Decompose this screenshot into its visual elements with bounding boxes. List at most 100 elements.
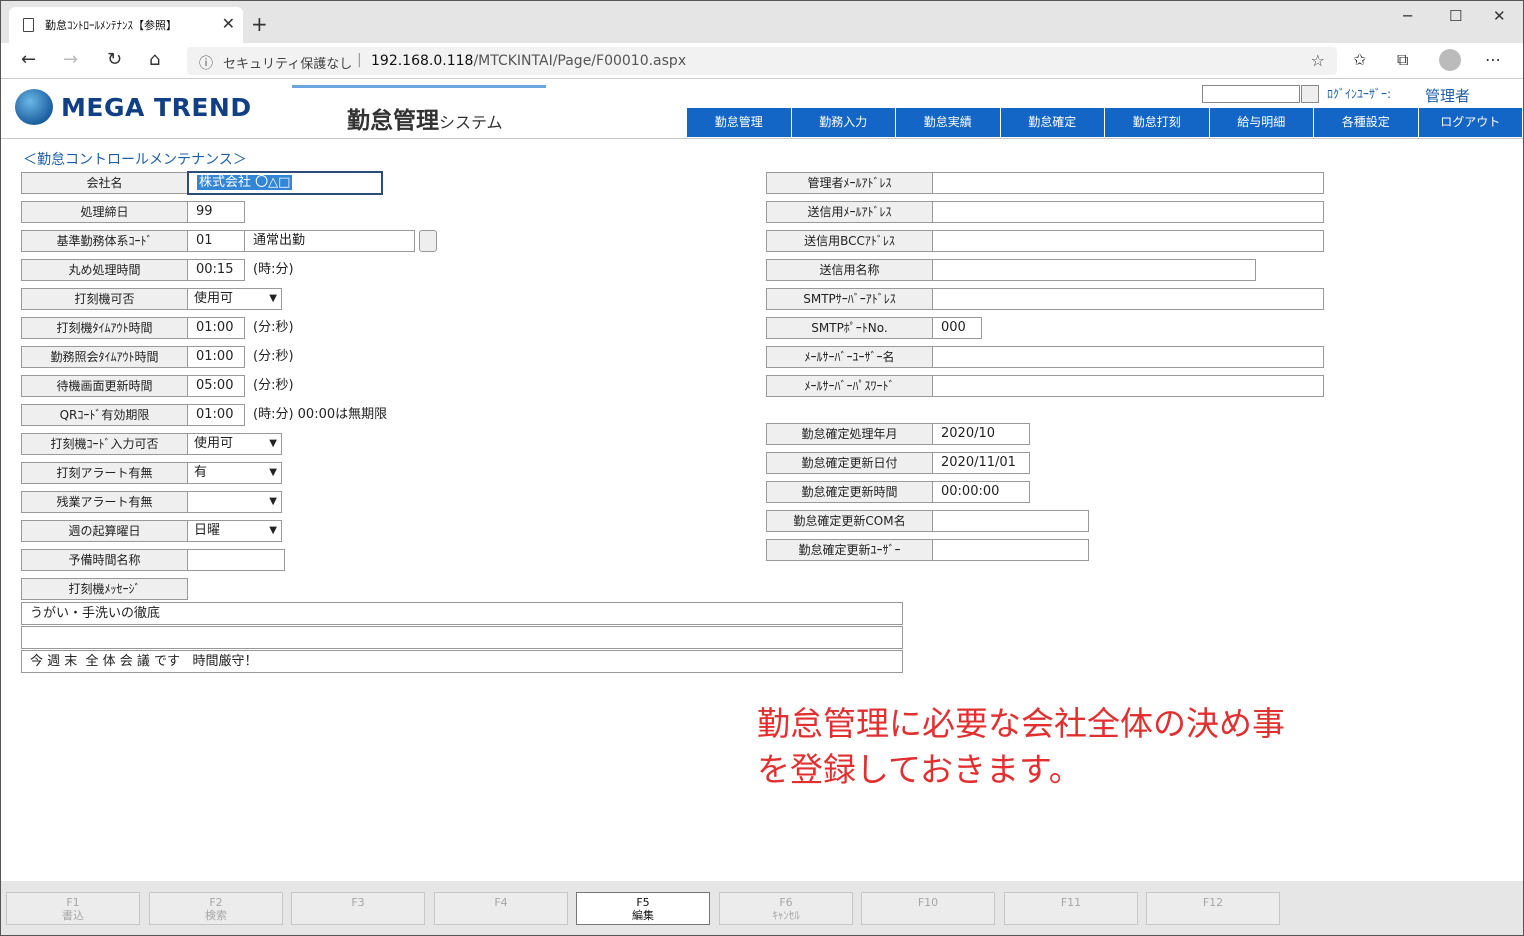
closing-day-label: 処理締日 xyxy=(21,201,188,223)
info-icon[interactable]: ⓘ xyxy=(199,53,213,73)
f4-button[interactable]: F4 xyxy=(434,892,568,925)
smtp-port-field[interactable]: 000 xyxy=(932,317,982,339)
week-start-label: 週の起算曜日 xyxy=(21,520,188,542)
url-field[interactable]: ⓘ セキュリティ保護なし | 192.168.0.118/MTCKINTAI/P… xyxy=(187,47,1337,75)
chevron-down-icon: ▼ xyxy=(269,496,277,507)
page-title: ＜勤怠コントロールメンテナンス＞ xyxy=(23,152,247,168)
send-name-field[interactable] xyxy=(932,259,1256,281)
company-field[interactable]: 株式会社 〇△□ xyxy=(187,171,383,195)
send-bcc-field[interactable] xyxy=(932,230,1324,252)
header-divider xyxy=(1,138,1523,139)
menu-item-kyuyo-meisai[interactable]: 給与明細 xyxy=(1209,108,1314,137)
collections-icon[interactable]: ⧉ xyxy=(1397,50,1408,70)
company-label: 会社名 xyxy=(21,172,188,194)
inquiry-timeout-unit: (分:秒) xyxy=(253,349,294,364)
tab-title: 勤怠ｺﾝﾄﾛｰﾙﾒﾝﾃﾅﾝｽ【参照】 xyxy=(45,19,177,32)
menu-item-kinmu-nyuryoku[interactable]: 勤務入力 xyxy=(791,108,896,137)
admin-mail-label: 管理者ﾒｰﾙｱﾄﾞﾚｽ xyxy=(766,172,933,194)
menu-item-kintai-dakoku[interactable]: 勤怠打刻 xyxy=(1105,108,1210,137)
forward-icon[interactable]: → xyxy=(63,49,78,70)
standby-refresh-field[interactable]: 05:00 xyxy=(187,375,245,397)
clock-message-label: 打刻機ﾒｯｾｰｼﾞ xyxy=(21,578,188,600)
menu-item-kintai-jisseki[interactable]: 勤怠実績 xyxy=(896,108,1001,137)
menu-item-logout[interactable]: ログアウト xyxy=(1418,108,1522,137)
confirm-month-field: 2020/10 xyxy=(932,423,1030,445)
system-title: 勤怠管理システム xyxy=(347,108,503,134)
f5-edit-button[interactable]: F5 編集 xyxy=(576,892,710,925)
function-key-bar: F1 書込 F2 検索 F3 F4 F5 編集 F6 ｷｬﾝｾﾙ F10 F11 F12 xyxy=(1,881,1523,935)
header-search-input[interactable] xyxy=(1202,85,1300,103)
main-menu: 勤怠管理 勤務入力 勤怠実績 勤怠確定 勤怠打刻 給与明細 各種設定 ログアウト xyxy=(687,108,1522,137)
mail-password-field[interactable] xyxy=(932,375,1324,397)
minimize-icon[interactable]: ─ xyxy=(1403,7,1412,25)
f6-cancel-button[interactable]: F6 ｷｬﾝｾﾙ xyxy=(719,892,853,925)
confirm-user-label: 勤怠確定更新ﾕｰｻﾞｰ xyxy=(766,539,933,561)
mail-password-label: ﾒｰﾙｻｰﾊﾞｰﾊﾟｽﾜｰﾄﾞ xyxy=(766,375,933,397)
overtime-alert-label: 残業アラート有無 xyxy=(21,491,188,513)
spare-time-field[interactable] xyxy=(187,549,285,571)
new-tab-icon[interactable]: + xyxy=(251,12,268,36)
browser-window: 勤怠ｺﾝﾄﾛｰﾙﾒﾝﾃﾅﾝｽ【参照】 ✕ + ─ ☐ ✕ ← → ↻ ⌂ ⓘ セ… xyxy=(0,0,1524,936)
confirm-user-field xyxy=(932,539,1089,561)
profile-avatar[interactable] xyxy=(1439,49,1461,71)
clock-enabled-label: 打刻機可否 xyxy=(21,288,188,310)
clock-enabled-select[interactable]: 使用可 ▼ xyxy=(187,288,282,310)
back-icon[interactable]: ← xyxy=(21,49,36,70)
clock-message-line-3[interactable]: 今 週 末 全 体 会 議 です 時間厳守！ xyxy=(21,650,903,673)
qr-expiry-unit: (時:分) 00:00は無期限 xyxy=(253,407,388,422)
maximize-icon[interactable]: ☐ xyxy=(1449,7,1462,25)
f12-button[interactable]: F12 xyxy=(1146,892,1280,925)
login-user-label: ﾛｸﾞｲﾝﾕｰｻﾞｰ: xyxy=(1327,87,1392,101)
inquiry-timeout-field[interactable]: 01:00 xyxy=(187,346,245,368)
security-status: セキュリティ保護なし xyxy=(223,57,353,72)
confirm-com-label: 勤怠確定更新COM名 xyxy=(766,510,933,532)
standby-refresh-unit: (分:秒) xyxy=(253,378,294,393)
menu-item-kintai-kakutei[interactable]: 勤怠確定 xyxy=(1000,108,1105,137)
title-accent-line xyxy=(292,85,546,88)
f2-search-button[interactable]: F2 検索 xyxy=(149,892,283,925)
reload-icon[interactable]: ↻ xyxy=(107,49,122,70)
f1-write-button[interactable]: F1 書込 xyxy=(6,892,140,925)
smtp-server-label: SMTPｻｰﾊﾞｰｱﾄﾞﾚｽ xyxy=(766,288,933,310)
more-menu-icon[interactable]: ⋯ xyxy=(1485,50,1501,69)
smtp-server-field[interactable] xyxy=(932,288,1324,310)
favorites-icon[interactable]: ✩ xyxy=(1353,50,1366,69)
overtime-alert-select[interactable]: ▼ xyxy=(187,491,282,513)
chevron-down-icon: ▼ xyxy=(269,293,277,304)
f3-button[interactable]: F3 xyxy=(291,892,425,925)
work-code-field[interactable]: 01 xyxy=(187,230,245,252)
clock-code-input-select[interactable]: 使用可 ▼ xyxy=(187,433,282,455)
f11-button[interactable]: F11 xyxy=(1004,892,1138,925)
browser-tab[interactable]: 勤怠ｺﾝﾄﾛｰﾙﾒﾝﾃﾅﾝｽ【参照】 ✕ xyxy=(9,7,243,43)
clock-timeout-field[interactable]: 01:00 xyxy=(187,317,245,339)
logo-icon xyxy=(15,89,53,125)
tab-bar: 勤怠ｺﾝﾄﾛｰﾙﾒﾝﾃﾅﾝｽ【参照】 ✕ + ─ ☐ ✕ xyxy=(1,1,1523,43)
menu-item-kintai-kanri[interactable]: 勤怠管理 xyxy=(687,108,792,137)
confirm-com-field xyxy=(932,510,1089,532)
favorite-star-icon[interactable]: ☆ xyxy=(1311,51,1325,70)
header-search-button[interactable] xyxy=(1301,85,1319,103)
chevron-down-icon: ▼ xyxy=(269,525,277,536)
clock-alert-select[interactable]: 有 ▼ xyxy=(187,462,282,484)
admin-mail-field[interactable] xyxy=(932,172,1324,194)
clock-timeout-label: 打刻機ﾀｲﾑｱｳﾄ時間 xyxy=(21,317,188,339)
clock-timeout-unit: (分:秒) xyxy=(253,320,294,335)
work-code-lookup-button[interactable] xyxy=(419,230,437,252)
clock-message-line-2[interactable] xyxy=(21,626,903,649)
close-window-icon[interactable]: ✕ xyxy=(1493,7,1506,25)
logo-text: MEGA TREND xyxy=(61,93,252,122)
close-tab-icon[interactable]: ✕ xyxy=(222,14,235,33)
confirm-time-field: 00:00:00 xyxy=(932,481,1030,503)
closing-day-field[interactable]: 99 xyxy=(187,201,245,223)
qr-expiry-field[interactable]: 01:00 xyxy=(187,404,245,426)
home-icon[interactable]: ⌂ xyxy=(149,49,160,70)
week-start-select[interactable]: 日曜 ▼ xyxy=(187,520,282,542)
standby-refresh-label: 待機画面更新時間 xyxy=(21,375,188,397)
mail-user-label: ﾒｰﾙｻｰﾊﾞｰﾕｰｻﾞｰ名 xyxy=(766,346,933,368)
clock-message-line-1[interactable]: うがい・手洗いの徹底 xyxy=(21,602,903,625)
send-mail-field[interactable] xyxy=(932,201,1324,223)
f10-button[interactable]: F10 xyxy=(861,892,995,925)
mail-user-field[interactable] xyxy=(932,346,1324,368)
menu-item-settings[interactable]: 各種設定 xyxy=(1314,108,1419,137)
rounding-field[interactable]: 00:15 xyxy=(187,259,245,281)
